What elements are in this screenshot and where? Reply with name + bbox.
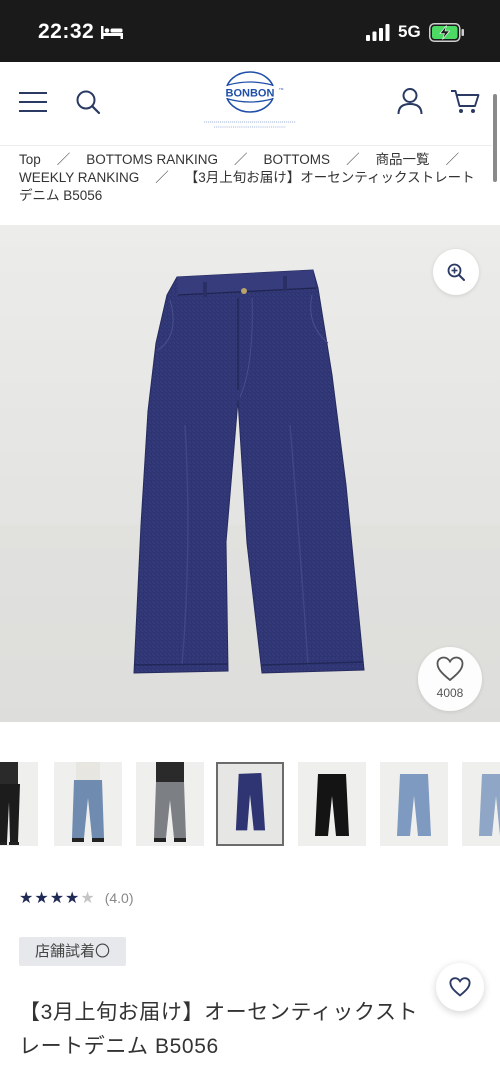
product-title: 【3月上旬お届け】オーセンティックスト レートデニム B5056 bbox=[19, 996, 481, 1064]
thumbnail-item[interactable] bbox=[298, 762, 366, 846]
signal-icon bbox=[366, 24, 390, 41]
zoom-button[interactable] bbox=[433, 249, 479, 295]
thumbnail-strip bbox=[0, 762, 500, 846]
thumbnail-item-selected[interactable] bbox=[216, 762, 284, 846]
site-logo[interactable]: BONBON TM bbox=[200, 66, 300, 132]
search-icon[interactable] bbox=[75, 89, 101, 115]
product-main-image[interactable]: 4008 bbox=[0, 225, 500, 722]
favorite-button[interactable]: 4008 bbox=[418, 647, 482, 711]
logo-text: BONBON bbox=[226, 88, 275, 100]
account-icon[interactable] bbox=[396, 87, 424, 115]
battery-charging-icon bbox=[429, 23, 464, 42]
heart-icon bbox=[436, 656, 464, 682]
cart-icon[interactable] bbox=[450, 89, 480, 115]
heart-icon bbox=[449, 977, 471, 997]
rating-stars: ★★★★★ bbox=[19, 890, 96, 907]
breadcrumb-top[interactable]: Top bbox=[19, 152, 41, 167]
thumbnail-item[interactable] bbox=[380, 762, 448, 846]
menu-icon[interactable] bbox=[19, 91, 47, 113]
product-title-line2: レートデニム B5056 bbox=[19, 1035, 219, 1058]
product-title-line1: 【3月上旬お届け】オーセンティックスト bbox=[19, 1001, 419, 1024]
status-time: 22:32 bbox=[38, 20, 95, 43]
zoom-in-icon bbox=[447, 263, 465, 281]
svg-text:TM: TM bbox=[279, 87, 284, 91]
rating-value: (4.0) bbox=[104, 890, 134, 906]
breadcrumb-bottoms[interactable]: BOTTOMS bbox=[264, 152, 331, 167]
status-bar: 22:32 5G bbox=[0, 0, 500, 62]
floating-favorite-button[interactable] bbox=[436, 963, 484, 1011]
network-type: 5G bbox=[398, 22, 421, 41]
breadcrumb-weekly-ranking[interactable]: WEEKLY RANKING bbox=[19, 170, 139, 185]
site-header: BONBON TM bbox=[0, 62, 492, 146]
thumbnail-item[interactable] bbox=[0, 762, 38, 846]
thumbnail-item[interactable] bbox=[462, 762, 500, 846]
breadcrumb-bottoms-ranking[interactable]: BOTTOMS RANKING bbox=[86, 152, 218, 167]
thumbnail-item[interactable] bbox=[54, 762, 122, 846]
product-rating[interactable]: ★★★★★ (4.0) bbox=[19, 888, 134, 908]
breadcrumb-product-list[interactable]: 商品一覧 bbox=[376, 152, 430, 167]
scrollbar-thumb[interactable] bbox=[493, 94, 497, 182]
thumbnail-item[interactable] bbox=[136, 762, 204, 846]
store-fitting-badge: 店舗試着〇 bbox=[19, 937, 127, 966]
breadcrumb: Top ／ BOTTOMS RANKING ／ BOTTOMS ／商品一覧 ／WEEKLY … bbox=[19, 152, 475, 203]
bed-icon bbox=[101, 26, 123, 39]
favorite-count: 4008 bbox=[436, 686, 464, 700]
